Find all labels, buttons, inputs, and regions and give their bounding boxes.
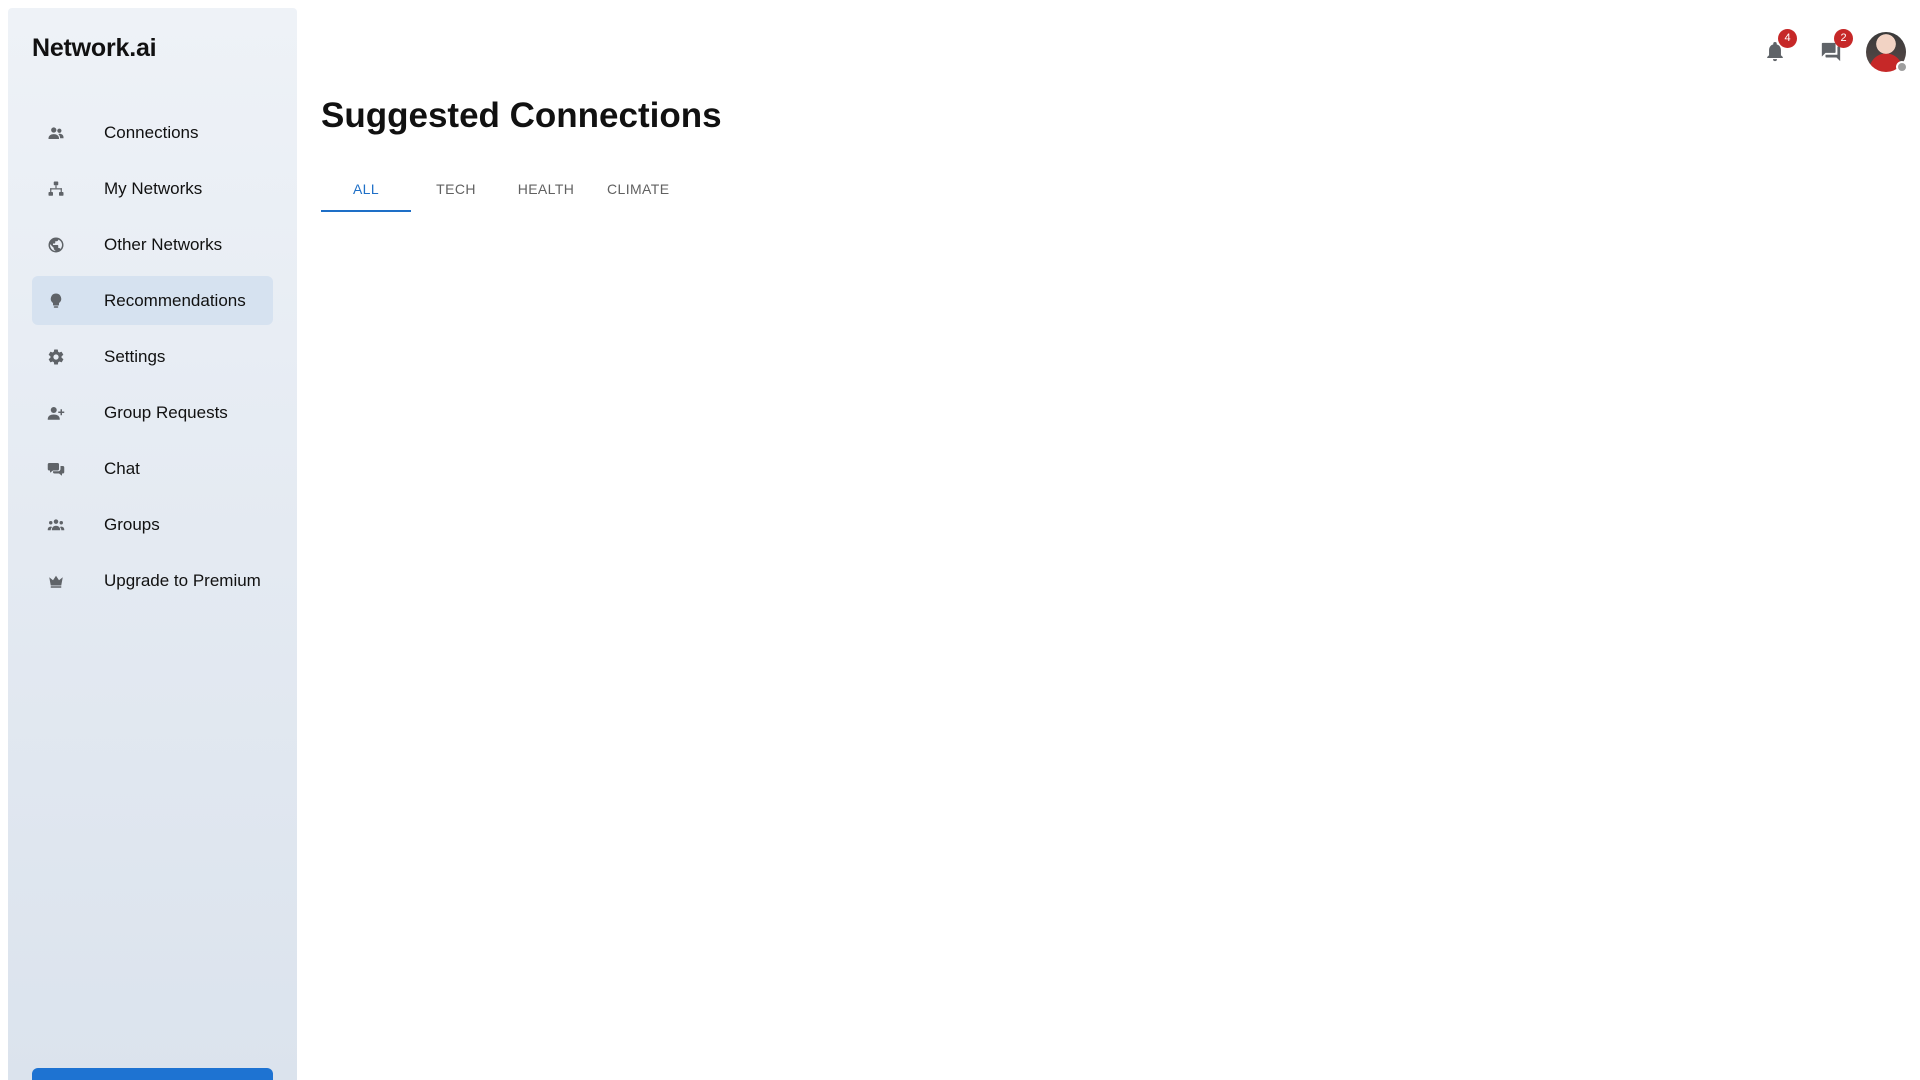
sidebar-bottom-button[interactable] [32, 1068, 273, 1080]
sidebar-item-label: Recommendations [104, 290, 246, 310]
sidebar-item-connections[interactable]: Connections [32, 108, 273, 157]
avatar-status-dot [1896, 61, 1908, 73]
app-root: Network.ai Connections My Networks Other… [0, 0, 1920, 1080]
sidebar-nav: Connections My Networks Other Networks R… [32, 108, 273, 612]
sidebar-item-label: Connections [104, 122, 199, 142]
chat-bubbles-icon [46, 459, 66, 479]
sidebar-item-other-networks[interactable]: Other Networks [32, 220, 273, 269]
person-add-icon [46, 403, 66, 423]
messages-button[interactable]: 2 [1815, 29, 1853, 68]
sidebar-item-label: Chat [104, 458, 140, 478]
brand-logo[interactable]: Network.ai [32, 34, 157, 63]
sidebar-item-label: Group Requests [104, 402, 228, 422]
lightbulb-icon [46, 291, 66, 311]
tab-all[interactable]: ALL [321, 166, 411, 212]
tab-tech[interactable]: TECH [411, 166, 501, 212]
sidebar-item-label: My Networks [104, 178, 203, 198]
globe-icon [46, 235, 66, 255]
category-tabs: ALL TECH HEALTH CLIMATE [321, 166, 685, 212]
tab-health[interactable]: HEALTH [501, 166, 591, 212]
page-title: Suggested Connections [321, 96, 722, 135]
groups-icon [46, 515, 66, 535]
messages-badge: 2 [1834, 29, 1853, 48]
sidebar-item-group-requests[interactable]: Group Requests [32, 388, 273, 437]
sidebar-item-groups[interactable]: Groups [32, 500, 273, 549]
notifications-badge: 4 [1778, 29, 1797, 48]
sidebar: Network.ai Connections My Networks Other… [8, 8, 297, 1080]
sidebar-item-upgrade-to-premium[interactable]: Upgrade to Premium [32, 556, 273, 605]
sidebar-item-label: Groups [104, 514, 160, 534]
gear-icon [46, 347, 66, 367]
sidebar-item-recommendations[interactable]: Recommendations [32, 276, 273, 325]
sidebar-item-chat[interactable]: Chat [32, 444, 273, 493]
people-icon [46, 123, 66, 143]
network-tree-icon [46, 179, 66, 199]
sidebar-item-settings[interactable]: Settings [32, 332, 273, 381]
sidebar-item-label: Other Networks [104, 234, 223, 254]
sidebar-item-label: Settings [104, 346, 166, 366]
notifications-button[interactable]: 4 [1759, 29, 1797, 68]
tab-climate[interactable]: CLIMATE [591, 166, 685, 212]
crown-icon [46, 571, 66, 591]
sidebar-item-my-networks[interactable]: My Networks [32, 164, 273, 213]
header-actions: 4 2 [1720, 0, 1920, 100]
sidebar-item-label: Upgrade to Premium [104, 570, 261, 590]
